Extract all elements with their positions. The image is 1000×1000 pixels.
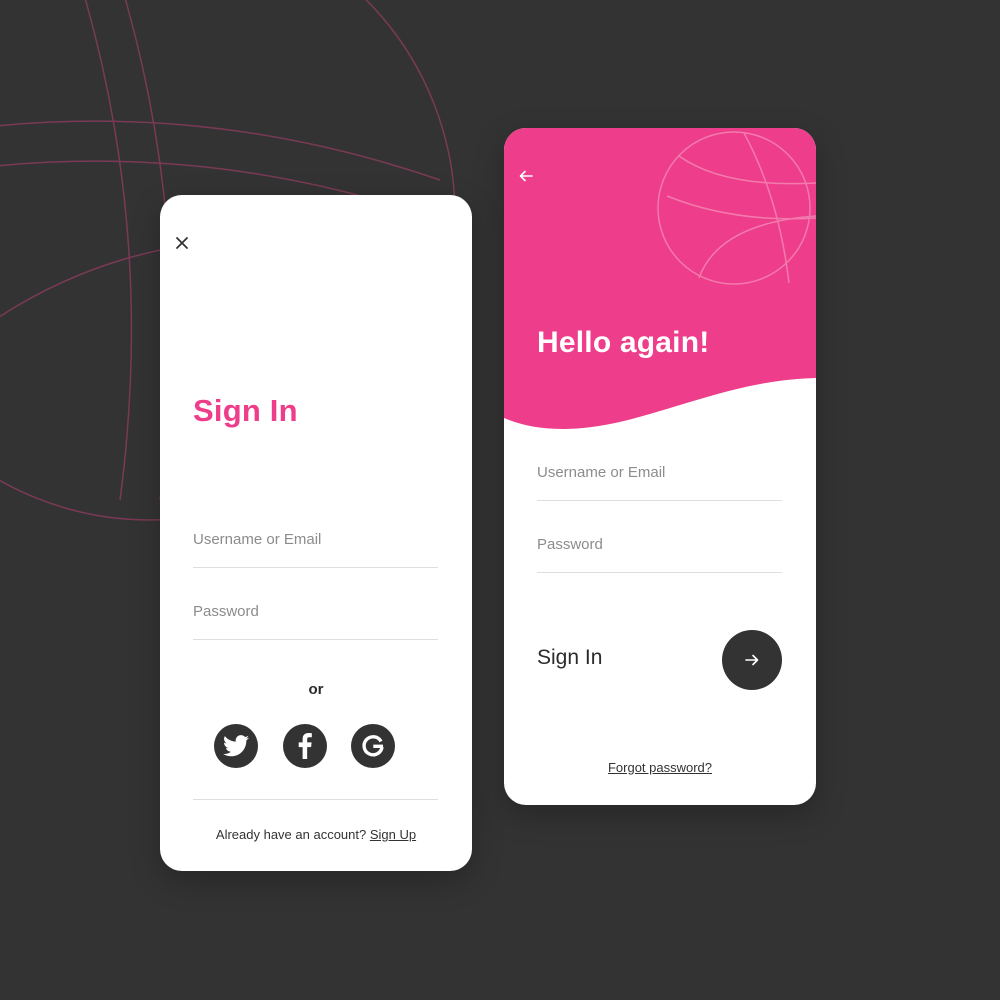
signup-prompt: Already have an account? Sign Up [160,827,472,842]
page-title: Hello again! [537,326,710,359]
submit-button[interactable] [722,630,782,690]
arrow-right-icon [745,654,759,666]
page-title: Sign In [193,393,298,428]
password-input[interactable] [193,603,438,620]
google-icon [362,735,384,757]
signup-prompt-text: Already have an account? [215,827,370,842]
signin-label: Sign In [537,646,603,669]
signup-link[interactable]: Sign Up [370,827,416,842]
close-icon[interactable] [174,235,190,251]
login-card: Hello again! Sign In Forgot password? [504,128,816,805]
username-input[interactable] [537,464,782,481]
username-field-wrapper [537,464,782,501]
divider [193,799,438,800]
twitter-icon [223,735,249,757]
pink-header-wave [504,128,816,429]
password-field-wrapper [193,603,438,640]
google-login-button[interactable] [351,724,395,768]
signin-card: Sign In or Already have an account? Sign… [160,195,472,871]
facebook-login-button[interactable] [283,724,327,768]
arrow-left-icon[interactable] [518,168,534,184]
or-separator: or [308,681,324,698]
forgot-password-link[interactable]: Forgot password? [504,760,816,775]
username-field-wrapper [193,531,438,568]
password-field-wrapper [537,536,782,573]
twitter-login-button[interactable] [214,724,258,768]
facebook-icon [298,733,312,759]
background-ball-decoration [0,0,461,521]
username-input[interactable] [193,531,438,548]
password-input[interactable] [537,536,782,553]
